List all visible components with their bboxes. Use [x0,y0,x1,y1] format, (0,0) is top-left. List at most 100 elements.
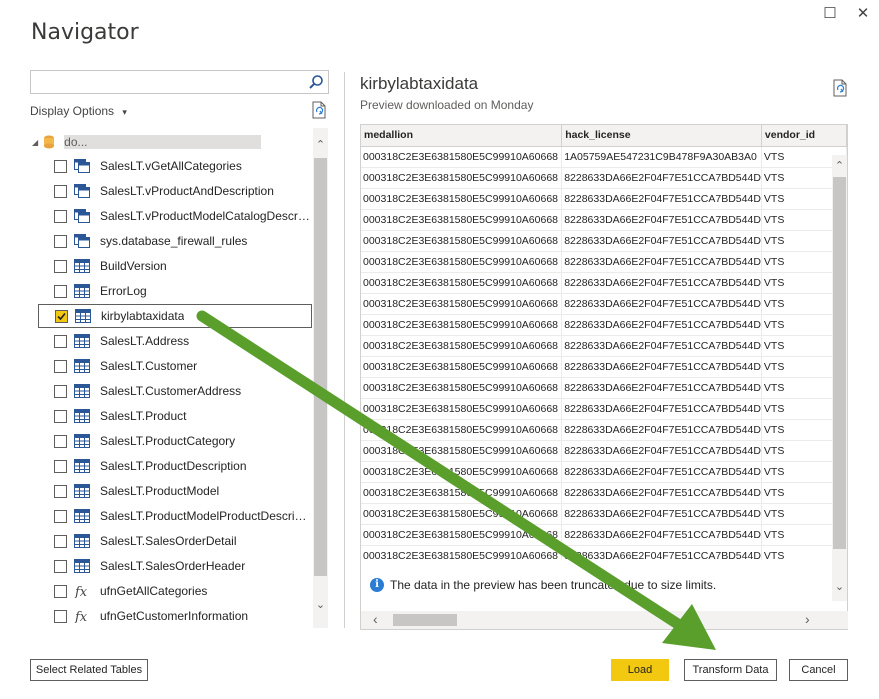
table-row: 000318C2E3E6381580E5C99910A60668 8228633D… [361,335,847,357]
table-cell: 000318C2E3E6381580E5C99910A60668 [361,377,563,399]
close-button[interactable]: ✕ [853,4,873,22]
search-box[interactable] [30,70,329,94]
column-header[interactable]: hack_license [561,125,762,147]
tree-item[interactable]: SalesLT.ProductModelProductDescripti... [54,504,312,528]
table-cell: 8228633DA66E2F04F7E51CCA7BD544D [561,230,762,252]
tree-item[interactable]: BuildVersion [54,254,312,278]
scroll-thumb[interactable] [314,158,327,576]
table-cell: 000318C2E3E6381580E5C99910A60668 [361,482,563,504]
maximize-button[interactable]: ☐ [820,4,840,22]
refresh-preview-icon[interactable] [832,79,848,97]
column-header[interactable]: medallion [361,125,563,147]
table-cell: 000318C2E3E6381580E5C99910A60668 [361,461,563,483]
tree-item-label: SalesLT.ProductDescription [100,459,247,473]
table-row: 000318C2E3E6381580E5C99910A60668 8228633D… [361,503,847,525]
checkbox[interactable] [54,284,67,298]
tree-item[interactable]: SalesLT.SalesOrderHeader [54,554,312,578]
checkbox[interactable] [54,359,67,373]
tree-item[interactable]: ErrorLog [54,279,312,303]
tree-item-label: ErrorLog [100,284,147,298]
load-button[interactable]: Load [611,659,669,681]
scroll-left-icon[interactable]: ‹ [373,611,378,627]
tree-item[interactable]: SalesLT.ProductCategory [54,429,312,453]
tree-item[interactable]: SalesLT.SalesOrderDetail [54,529,312,553]
checkbox[interactable] [54,184,67,198]
display-options-dropdown[interactable]: Display Options ▾ [30,104,127,118]
table-icon [74,509,90,523]
refresh-icon[interactable] [311,101,327,119]
table-icon [74,434,90,448]
cancel-button[interactable]: Cancel [789,659,848,681]
scroll-up-icon[interactable]: ⌃ [313,138,328,151]
display-options-label: Display Options [30,104,115,118]
scroll-thumb[interactable] [833,177,846,549]
table-icon [75,309,91,323]
search-icon[interactable] [308,74,324,90]
checkbox[interactable] [54,559,67,573]
tree-item[interactable]: SalesLT.ProductModel [54,479,312,503]
checkbox[interactable] [54,259,67,273]
tree-item[interactable]: SalesLT.CustomerAddress [54,379,312,403]
checkbox[interactable] [54,584,67,598]
select-related-tables-button[interactable]: Select Related Tables [30,659,148,681]
tree-item[interactable]: fx ufnGetAllCategories [54,579,312,603]
tree-item[interactable]: SalesLT.Product [54,404,312,428]
checkbox[interactable] [54,234,67,248]
checkbox[interactable] [54,609,67,623]
column-header[interactable]: vendor_id [761,125,847,147]
scroll-thumb[interactable] [393,614,457,626]
table-row: 000318C2E3E6381580E5C99910A60668 8228633D… [361,419,847,441]
checkbox[interactable] [54,334,67,348]
table-cell: 8228633DA66E2F04F7E51CCA7BD544D [561,503,762,525]
checkbox[interactable] [54,209,67,223]
table-cell: 8228633DA66E2F04F7E51CCA7BD544D [561,482,762,504]
checkbox[interactable] [54,509,67,523]
preview-horizontal-scrollbar[interactable]: ‹ › [361,611,848,629]
table-cell: 000318C2E3E6381580E5C99910A60668 [361,146,563,168]
table-cell: 000318C2E3E6381580E5C99910A60668 [361,314,563,336]
tree-item[interactable]: SalesLT.Address [54,329,312,353]
tree-item[interactable]: SalesLT.vProductModelCatalogDescrip... [54,204,312,228]
checkbox[interactable] [54,409,67,423]
tree-item[interactable]: SalesLT.ProductDescription [54,454,312,478]
tree-item-label: SalesLT.vGetAllCategories [100,159,242,173]
collapse-arrow-icon[interactable]: ◢ [32,138,38,147]
table-row: 000318C2E3E6381580E5C99910A60668 8228633D… [361,377,847,399]
checkbox[interactable] [54,159,67,173]
scroll-up-icon[interactable]: ⌃ [832,159,847,172]
checkbox[interactable] [55,309,68,323]
table-cell: 8228633DA66E2F04F7E51CCA7BD544D [561,335,762,357]
checkbox[interactable] [54,484,67,498]
scroll-down-icon[interactable]: ⌄ [832,580,847,593]
preview-grid: medallion hack_license vendor_id 000318C2E… [360,124,848,630]
table-cell: 000318C2E3E6381580E5C99910A60668 [361,335,563,357]
table-icon [74,259,90,273]
table-row: 000318C2E3E6381580E5C99910A60668 8228633D… [361,167,847,189]
tree-item[interactable]: SalesLT.Customer [54,354,312,378]
truncation-message: i The data in the preview has been trunc… [370,578,716,592]
checkbox[interactable] [54,384,67,398]
checkbox[interactable] [54,459,67,473]
table-row: 000318C2E3E6381580E5C99910A60668 8228633D… [361,482,847,504]
tree-item-label: SalesLT.Address [100,334,190,348]
checkbox[interactable] [54,434,67,448]
tree-item[interactable]: SalesLT.vProductAndDescription [54,179,312,203]
tree-item[interactable]: SalesLT.vGetAllCategories [54,154,312,178]
tree-item[interactable]: sys.database_firewall_rules [54,229,312,253]
checkmark-icon [57,312,66,320]
transform-data-button[interactable]: Transform Data [684,659,777,681]
svg-text:fx: fx [74,585,88,598]
scroll-down-icon[interactable]: ⌄ [313,598,328,611]
tree-item-label: SalesLT.Customer [100,359,198,373]
checkbox[interactable] [54,534,67,548]
tree-item[interactable]: kirbylabtaxidata [38,304,312,328]
table-cell: 8228633DA66E2F04F7E51CCA7BD544D [561,356,762,378]
table-cell: 8228633DA66E2F04F7E51CCA7BD544D [561,377,762,399]
tree-root-database[interactable]: ◢ do... [32,132,317,152]
scroll-right-icon[interactable]: › [805,611,810,627]
table-icon [74,384,90,398]
preview-vertical-scrollbar[interactable]: ⌃ ⌄ [832,155,847,601]
tree-scrollbar[interactable]: ⌃ ⌄ [313,128,328,628]
search-input[interactable] [34,71,304,91]
tree-item[interactable]: fx ufnGetCustomerInformation [54,604,312,628]
